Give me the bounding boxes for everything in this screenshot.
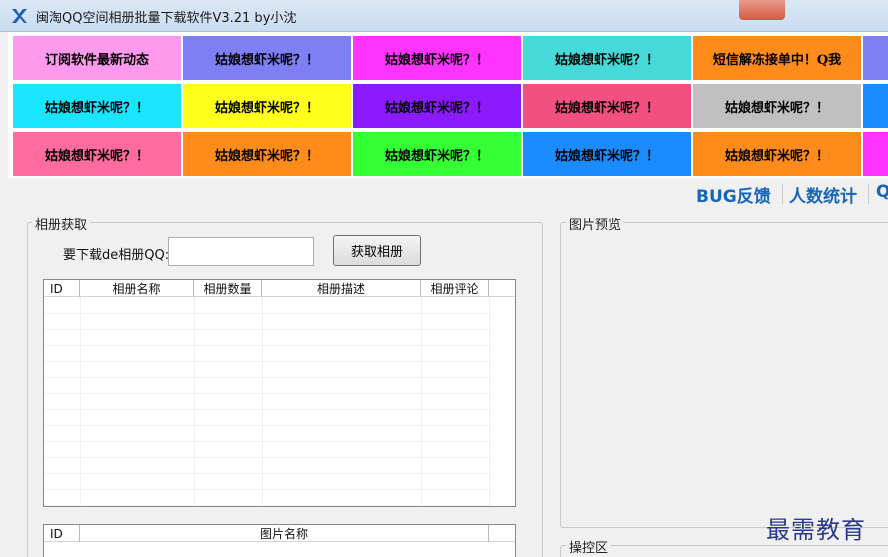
ad-tile[interactable] — [862, 131, 888, 177]
grid-line — [489, 297, 490, 506]
ad-tile[interactable]: 姑娘想虾米呢？！ — [522, 131, 692, 177]
grid-line — [44, 361, 489, 362]
link-divider — [868, 184, 869, 204]
control-area-legend: 操控区 — [566, 537, 612, 556]
grid-line — [44, 441, 489, 442]
minimize-button[interactable] — [685, 0, 713, 20]
watermark-text: 最需教育 — [766, 516, 866, 544]
ad-tile[interactable]: 姑娘想虾米呢？！ — [692, 83, 862, 129]
ad-tile[interactable]: 姑娘想虾米呢？！ — [182, 83, 352, 129]
grid-line — [44, 377, 489, 378]
album-listview[interactable]: ID 相册名称 相册数量 相册描述 相册评论 — [43, 279, 516, 507]
ad-tile[interactable]: 短信解冻接单中！Q我 — [692, 35, 862, 81]
grid-line — [44, 409, 489, 410]
photo-listview[interactable]: ID 图片名称 — [43, 524, 516, 557]
close-button[interactable] — [739, 0, 785, 20]
ad-tile[interactable]: 姑娘想虾米呢？！ — [522, 35, 692, 81]
grid-line — [44, 489, 489, 490]
column-header-photo-name[interactable]: 图片名称 — [80, 525, 489, 542]
ad-tile[interactable]: 姑娘想虾米呢？！ — [692, 131, 862, 177]
grid-line — [44, 473, 489, 474]
ad-tile[interactable]: 姑娘想虾米呢？！ — [352, 131, 522, 177]
ad-tile[interactable]: 姑娘想虾米呢？！ — [352, 35, 522, 81]
window-title: 闽淘QQ空间相册批量下载软件V3.21 by小沈 — [36, 11, 297, 26]
image-preview-area — [562, 232, 888, 526]
grid-line — [44, 345, 489, 346]
link-divider — [782, 184, 783, 204]
album-fetch-legend: 相册获取 — [32, 214, 91, 233]
column-header-album-comment[interactable]: 相册评论 — [421, 280, 489, 297]
ad-tile[interactable]: 姑娘想虾米呢？！ — [352, 83, 522, 129]
grid-line — [44, 505, 489, 506]
ad-tile[interactable]: 姑娘想虾米呢？！ — [182, 35, 352, 81]
ad-tile[interactable]: 订阅软件最新动态 — [12, 35, 182, 81]
link-row: BUG反馈 人数统计 Q — [0, 180, 888, 208]
image-preview-legend: 图片预览 — [566, 214, 625, 233]
qq-number-label: 要下载de相册QQ: — [63, 248, 170, 263]
ad-tile[interactable]: 姑娘想虾米呢？！ — [182, 131, 352, 177]
ad-tile[interactable]: 姑娘想虾米呢？！ — [12, 83, 182, 129]
column-header-album-desc[interactable]: 相册描述 — [262, 280, 421, 297]
grid-line — [44, 393, 489, 394]
ad-tile[interactable] — [862, 83, 888, 129]
photo-list-header: ID 图片名称 — [44, 525, 515, 542]
album-list-header: ID 相册名称 相册数量 相册描述 相册评论 — [44, 280, 515, 297]
grid-line — [44, 329, 489, 330]
grid-line — [44, 457, 489, 458]
qq-link[interactable]: Q — [876, 182, 888, 202]
app-logo-icon — [12, 9, 27, 23]
column-header-album-name[interactable]: 相册名称 — [80, 280, 194, 297]
ad-tile[interactable]: 姑娘想虾米呢？！ — [522, 83, 692, 129]
column-header-album-count[interactable]: 相册数量 — [194, 280, 262, 297]
qq-number-input[interactable] — [168, 237, 314, 266]
ad-tile[interactable]: 姑娘想虾米呢？！ — [12, 131, 182, 177]
grid-line — [44, 313, 489, 314]
title-bar[interactable]: 闽淘QQ空间相册批量下载软件V3.21 by小沈 — [0, 0, 888, 32]
grid-line — [44, 425, 489, 426]
column-header-photo-id[interactable]: ID — [44, 525, 80, 542]
fetch-album-button[interactable]: 获取相册 — [333, 235, 421, 266]
ad-tile[interactable] — [862, 35, 888, 81]
maximize-button[interactable] — [713, 0, 739, 20]
column-header-id[interactable]: ID — [44, 280, 80, 297]
bug-feedback-link[interactable]: BUG反馈 — [696, 182, 771, 207]
user-stats-link[interactable]: 人数统计 — [789, 182, 857, 207]
ad-banner-grid: 订阅软件最新动态 姑娘想虾米呢？！ 姑娘想虾米呢？！ 姑娘想虾米呢？！ 短信解冻接单中！… — [8, 32, 888, 178]
